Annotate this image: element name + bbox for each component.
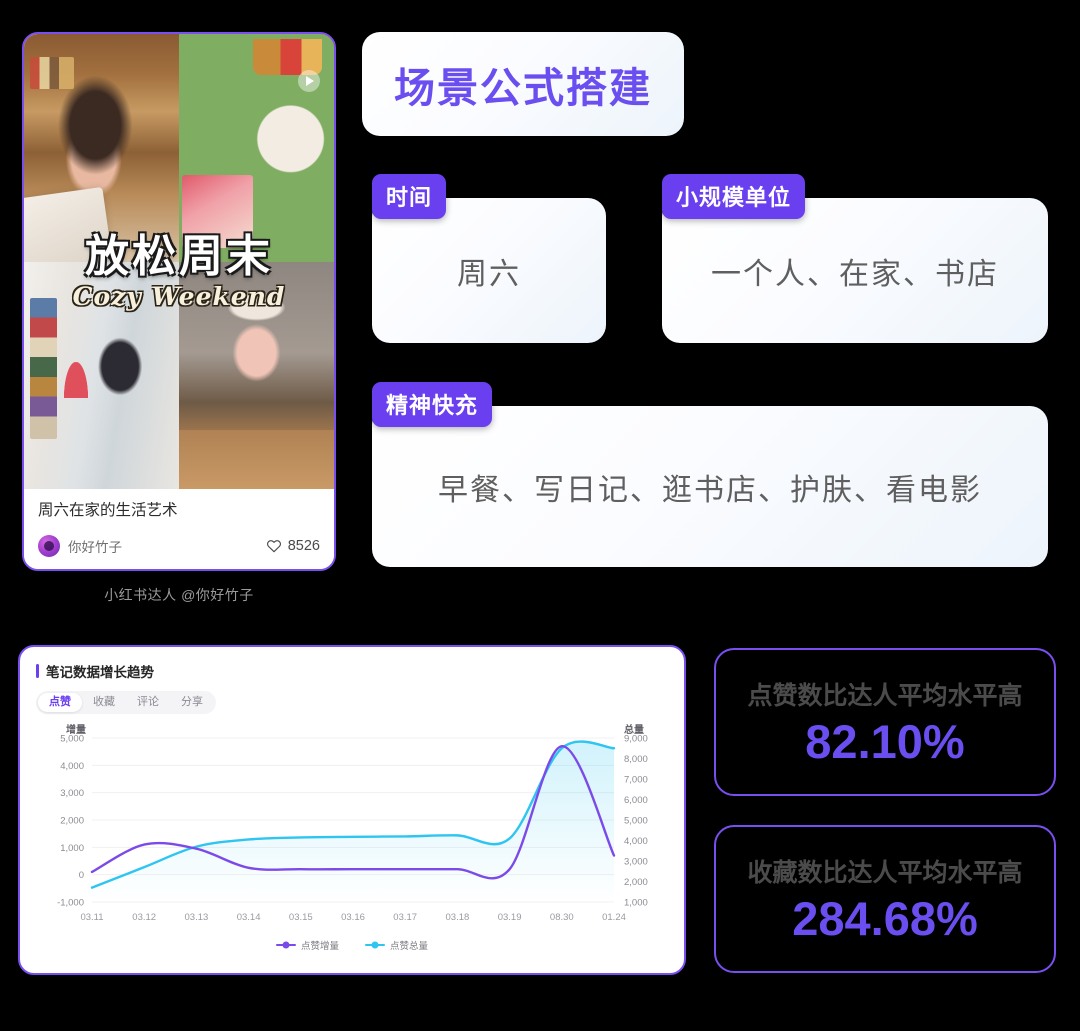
formula-panel: 场景公式搭建 时间 周六 小规模单位 一个人、在家、书店 精神快充 早餐、写日记… <box>362 32 1058 572</box>
slot-small-unit: 一个人、在家、书店 <box>662 198 1048 343</box>
chip-spirit-recharge: 精神快充 <box>372 382 493 427</box>
cover-photo-1 <box>24 34 179 262</box>
cover-photo-4 <box>179 261 334 489</box>
like-count-group[interactable]: 8526 <box>266 538 320 554</box>
stat-value-collects: 284.68% <box>792 891 978 945</box>
svg-text:03.14: 03.14 <box>237 912 261 923</box>
svg-text:增量: 增量 <box>66 723 86 736</box>
svg-text:6,000: 6,000 <box>624 795 648 806</box>
formula-row-2: 精神快充 早餐、写日记、逛书店、护肤、看电影 <box>362 382 1058 572</box>
slot-spirit-recharge: 早餐、写日记、逛书店、护肤、看电影 <box>372 406 1048 567</box>
svg-text:03.19: 03.19 <box>498 912 522 923</box>
stat-label-collects: 收藏数比达人平均水平高 <box>747 858 1023 887</box>
legend-item-increment[interactable]: 点赞增量 <box>275 938 339 952</box>
svg-text:03.12: 03.12 <box>132 912 156 923</box>
cover-photo-2 <box>179 34 334 262</box>
svg-text:3,000: 3,000 <box>624 857 648 868</box>
slot-spirit-recharge-value: 早餐、写日记、逛书店、护肤、看电影 <box>438 473 982 507</box>
title-accent-bar <box>36 664 39 678</box>
legend-swatch-increment <box>275 944 296 946</box>
svg-text:1,000: 1,000 <box>60 843 84 854</box>
chart-title-group: 笔记数据增长趋势 <box>36 661 668 681</box>
formula-title: 场景公式搭建 <box>394 65 652 111</box>
note-caption: 小红书达人 @你好竹子 <box>104 587 254 603</box>
stat-label-likes: 点赞数比达人平均水平高 <box>747 681 1023 710</box>
chip-small-unit: 小规模单位 <box>662 174 806 219</box>
svg-text:总量: 总量 <box>624 723 644 736</box>
slot-time: 周六 <box>372 198 606 343</box>
note-cover-collage[interactable]: 放松周末 Cozy Weekend <box>24 34 334 489</box>
author-name: 你好竹子 <box>68 540 122 556</box>
svg-text:0: 0 <box>79 870 84 881</box>
svg-text:03.16: 03.16 <box>341 912 365 923</box>
svg-text:4,000: 4,000 <box>60 761 84 772</box>
svg-text:03.15: 03.15 <box>289 912 313 923</box>
note-footer: 你好竹子 8526 <box>38 535 320 558</box>
heart-icon <box>266 540 281 553</box>
svg-text:03.17: 03.17 <box>393 912 417 923</box>
note-author[interactable]: 你好竹子 <box>38 535 122 558</box>
svg-text:01.24: 01.24 <box>602 912 626 923</box>
tab-shares[interactable]: 分享 <box>170 693 214 712</box>
svg-text:1,000: 1,000 <box>624 898 648 909</box>
formula-title-card: 场景公式搭建 <box>362 32 684 136</box>
avatar <box>38 535 60 558</box>
legend-swatch-total <box>365 944 385 946</box>
slot-time-value: 周六 <box>457 257 521 291</box>
chart-title: 笔记数据增长趋势 <box>46 665 154 680</box>
cover-photo-3 <box>24 261 179 489</box>
tab-comments[interactable]: 评论 <box>126 693 170 712</box>
formula-row-1: 时间 周六 小规模单位 一个人、在家、书店 <box>362 174 1058 349</box>
chart-plot-area: 5,000 4,000 3,000 2,000 1,000 0 -1,000 9,000 8,0… <box>20 720 684 960</box>
note-title: 周六在家的生活艺术 <box>38 502 178 519</box>
chip-time: 时间 <box>372 174 447 219</box>
stat-card-likes: 点赞数比达人平均水平高 82.10% <box>714 648 1056 796</box>
line-chart: 5,0004,0003,0002,0001,0000-1,0009,0008,0… <box>57 723 648 923</box>
like-count: 8526 <box>287 538 320 555</box>
svg-text:08.30: 08.30 <box>550 912 574 923</box>
tab-likes[interactable]: 点赞 <box>38 693 82 712</box>
chart-card: 笔记数据增长趋势 点赞 收藏 评论 分享 5,000 4,000 3,000 2,00… <box>18 645 686 975</box>
svg-text:03.18: 03.18 <box>446 912 470 923</box>
chart-metric-tabs[interactable]: 点赞 收藏 评论 分享 <box>36 691 216 714</box>
stat-card-collects: 收藏数比达人平均水平高 284.68% <box>714 825 1056 973</box>
chart-legend: 点赞增量 点赞总量 <box>20 938 684 952</box>
legend-item-total[interactable]: 点赞总量 <box>365 938 428 952</box>
legend-label-total: 点赞总量 <box>390 941 429 952</box>
svg-text:-1,000: -1,000 <box>57 898 84 909</box>
svg-text:03.13: 03.13 <box>185 912 209 923</box>
note-card[interactable]: 放松周末 Cozy Weekend 周六在家的生活艺术 你好竹子 8526 <box>22 32 336 572</box>
svg-text:2,000: 2,000 <box>60 816 84 827</box>
play-icon[interactable] <box>298 70 320 92</box>
svg-text:8,000: 8,000 <box>624 754 648 765</box>
legend-label-increment: 点赞增量 <box>300 941 339 952</box>
note-meta: 周六在家的生活艺术 你好竹子 8526 <box>24 489 334 570</box>
svg-text:7,000: 7,000 <box>624 775 648 786</box>
tab-collects[interactable]: 收藏 <box>82 693 126 712</box>
slot-small-unit-value: 一个人、在家、书店 <box>711 257 999 291</box>
svg-text:3,000: 3,000 <box>60 788 84 799</box>
svg-text:03.11: 03.11 <box>80 912 103 923</box>
chart-header: 笔记数据增长趋势 点赞 收藏 评论 分享 <box>20 647 684 714</box>
top-section: 放松周末 Cozy Weekend 周六在家的生活艺术 你好竹子 8526 小红… <box>0 0 1080 625</box>
svg-text:5,000: 5,000 <box>624 816 648 827</box>
svg-text:4,000: 4,000 <box>624 836 648 847</box>
stat-value-likes: 82.10% <box>805 714 965 768</box>
svg-text:2,000: 2,000 <box>624 877 648 888</box>
